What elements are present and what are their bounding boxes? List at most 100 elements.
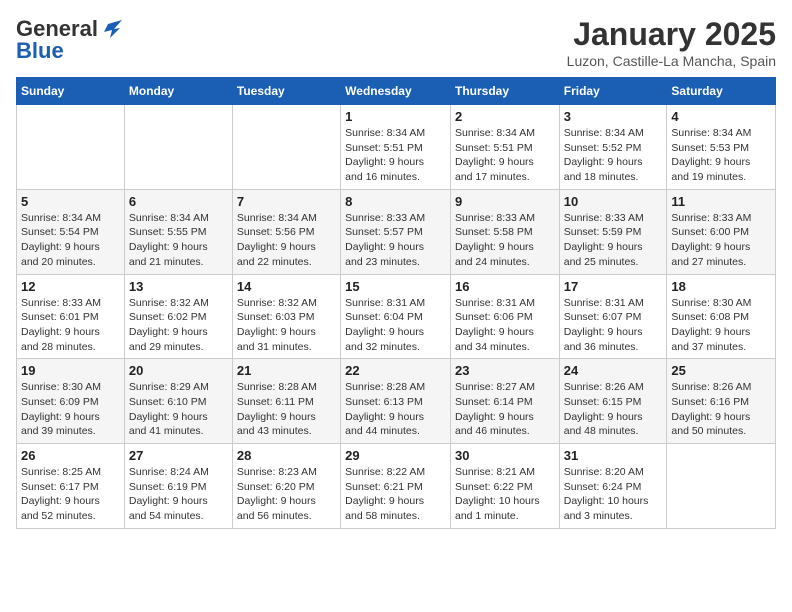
calendar-week-3: 12 Sunrise: 8:33 AM Sunset: 6:01 PM Dayli… — [17, 274, 776, 359]
calendar-cell: 10 Sunrise: 8:33 AM Sunset: 5:59 PM Dayli… — [559, 189, 667, 274]
day-info: Sunrise: 8:34 AM Sunset: 5:51 PM Dayligh… — [345, 126, 446, 185]
calendar-cell — [667, 444, 776, 529]
calendar-cell: 3 Sunrise: 8:34 AM Sunset: 5:52 PM Daylig… — [559, 105, 667, 190]
calendar-week-4: 19 Sunrise: 8:30 AM Sunset: 6:09 PM Dayli… — [17, 359, 776, 444]
day-info: Sunrise: 8:34 AM Sunset: 5:54 PM Dayligh… — [21, 211, 120, 270]
title-block: January 2025 Luzon, Castille-La Mancha, … — [567, 16, 776, 69]
calendar-cell: 21Sunrise: 8:28 AM Sunset: 6:11 PM Dayli… — [232, 359, 340, 444]
day-number: 19 — [21, 363, 120, 378]
calendar-cell — [124, 105, 232, 190]
day-number: 30 — [455, 448, 555, 463]
day-number: 12 — [21, 279, 120, 294]
calendar-cell: 7 Sunrise: 8:34 AM Sunset: 5:56 PM Daylig… — [232, 189, 340, 274]
day-info: Sunrise: 8:30 AM Sunset: 6:09 PM Dayligh… — [21, 380, 120, 439]
calendar-cell: 23Sunrise: 8:27 AM Sunset: 6:14 PM Dayli… — [450, 359, 559, 444]
day-number: 18 — [671, 279, 771, 294]
weekday-header-tuesday: Tuesday — [232, 78, 340, 105]
day-number: 4 — [671, 109, 771, 124]
weekday-header-sunday: Sunday — [17, 78, 125, 105]
calendar-cell: 13 Sunrise: 8:32 AM Sunset: 6:02 PM Dayli… — [124, 274, 232, 359]
day-number: 7 — [237, 194, 336, 209]
day-number: 14 — [237, 279, 336, 294]
calendar-cell — [17, 105, 125, 190]
day-info: Sunrise: 8:33 AM Sunset: 5:58 PM Dayligh… — [455, 211, 555, 270]
day-info: Sunrise: 8:23 AM Sunset: 6:20 PM Dayligh… — [237, 465, 336, 524]
calendar-cell: 27 Sunrise: 8:24 AM Sunset: 6:19 PM Dayli… — [124, 444, 232, 529]
day-info: Sunrise: 8:34 AM Sunset: 5:51 PM Dayligh… — [455, 126, 555, 185]
day-info: Sunrise: 8:29 AM Sunset: 6:10 PM Dayligh… — [129, 380, 228, 439]
day-info: Sunrise: 8:32 AM Sunset: 6:02 PM Dayligh… — [129, 296, 228, 355]
day-info: Sunrise: 8:22 AM Sunset: 6:21 PM Dayligh… — [345, 465, 446, 524]
day-number: 10 — [564, 194, 663, 209]
calendar-cell: 22 Sunrise: 8:28 AM Sunset: 6:13 PM Dayli… — [341, 359, 451, 444]
day-number: 11 — [671, 194, 771, 209]
page-header: General Blue January 2025 Luzon, Castill… — [16, 16, 776, 69]
day-number: 15 — [345, 279, 446, 294]
weekday-header-thursday: Thursday — [450, 78, 559, 105]
calendar-week-2: 5 Sunrise: 8:34 AM Sunset: 5:54 PM Daylig… — [17, 189, 776, 274]
calendar-table: SundayMondayTuesdayWednesdayThursdayFrid… — [16, 77, 776, 529]
calendar-week-1: 1 Sunrise: 8:34 AM Sunset: 5:51 PM Daylig… — [17, 105, 776, 190]
day-number: 25 — [671, 363, 771, 378]
location: Luzon, Castille-La Mancha, Spain — [567, 53, 776, 69]
day-info: Sunrise: 8:34 AM Sunset: 5:52 PM Dayligh… — [564, 126, 663, 185]
day-number: 1 — [345, 109, 446, 124]
calendar-cell: 9 Sunrise: 8:33 AM Sunset: 5:58 PM Daylig… — [450, 189, 559, 274]
calendar-cell — [232, 105, 340, 190]
calendar-cell: 2Sunrise: 8:34 AM Sunset: 5:51 PM Daylig… — [450, 105, 559, 190]
day-number: 16 — [455, 279, 555, 294]
calendar-cell: 26 Sunrise: 8:25 AM Sunset: 6:17 PM Dayli… — [17, 444, 125, 529]
calendar-cell: 20 Sunrise: 8:29 AM Sunset: 6:10 PM Dayli… — [124, 359, 232, 444]
weekday-header-monday: Monday — [124, 78, 232, 105]
calendar-cell: 16 Sunrise: 8:31 AM Sunset: 6:06 PM Dayli… — [450, 274, 559, 359]
logo-blue: Blue — [16, 38, 64, 64]
calendar-cell: 8Sunrise: 8:33 AM Sunset: 5:57 PM Daylig… — [341, 189, 451, 274]
day-info: Sunrise: 8:28 AM Sunset: 6:11 PM Dayligh… — [237, 380, 336, 439]
day-number: 22 — [345, 363, 446, 378]
day-number: 26 — [21, 448, 120, 463]
day-number: 31 — [564, 448, 663, 463]
day-number: 5 — [21, 194, 120, 209]
day-info: Sunrise: 8:33 AM Sunset: 5:59 PM Dayligh… — [564, 211, 663, 270]
calendar-cell: 28 Sunrise: 8:23 AM Sunset: 6:20 PM Dayli… — [232, 444, 340, 529]
weekday-header-saturday: Saturday — [667, 78, 776, 105]
day-info: Sunrise: 8:33 AM Sunset: 6:01 PM Dayligh… — [21, 296, 120, 355]
calendar-cell: 18 Sunrise: 8:30 AM Sunset: 6:08 PM Dayli… — [667, 274, 776, 359]
day-info: Sunrise: 8:34 AM Sunset: 5:56 PM Dayligh… — [237, 211, 336, 270]
day-info: Sunrise: 8:24 AM Sunset: 6:19 PM Dayligh… — [129, 465, 228, 524]
calendar-cell: 19 Sunrise: 8:30 AM Sunset: 6:09 PM Dayli… — [17, 359, 125, 444]
day-number: 20 — [129, 363, 228, 378]
logo: General Blue — [16, 16, 122, 64]
day-number: 3 — [564, 109, 663, 124]
day-number: 27 — [129, 448, 228, 463]
weekday-header-wednesday: Wednesday — [341, 78, 451, 105]
day-number: 8 — [345, 194, 446, 209]
day-info: Sunrise: 8:30 AM Sunset: 6:08 PM Dayligh… — [671, 296, 771, 355]
day-number: 24 — [564, 363, 663, 378]
day-info: Sunrise: 8:31 AM Sunset: 6:07 PM Dayligh… — [564, 296, 663, 355]
calendar-cell: 4Sunrise: 8:34 AM Sunset: 5:53 PM Daylig… — [667, 105, 776, 190]
weekday-header-friday: Friday — [559, 78, 667, 105]
day-number: 28 — [237, 448, 336, 463]
day-info: Sunrise: 8:27 AM Sunset: 6:14 PM Dayligh… — [455, 380, 555, 439]
day-number: 13 — [129, 279, 228, 294]
day-info: Sunrise: 8:31 AM Sunset: 6:06 PM Dayligh… — [455, 296, 555, 355]
day-info: Sunrise: 8:28 AM Sunset: 6:13 PM Dayligh… — [345, 380, 446, 439]
calendar-cell: 24Sunrise: 8:26 AM Sunset: 6:15 PM Dayli… — [559, 359, 667, 444]
day-info: Sunrise: 8:34 AM Sunset: 5:55 PM Dayligh… — [129, 211, 228, 270]
day-info: Sunrise: 8:32 AM Sunset: 6:03 PM Dayligh… — [237, 296, 336, 355]
logo-bird-icon — [100, 20, 122, 38]
day-info: Sunrise: 8:21 AM Sunset: 6:22 PM Dayligh… — [455, 465, 555, 524]
calendar-cell: 29 Sunrise: 8:22 AM Sunset: 6:21 PM Dayli… — [341, 444, 451, 529]
calendar-cell: 31 Sunrise: 8:20 AM Sunset: 6:24 PM Dayli… — [559, 444, 667, 529]
calendar-cell: 5 Sunrise: 8:34 AM Sunset: 5:54 PM Daylig… — [17, 189, 125, 274]
day-number: 9 — [455, 194, 555, 209]
day-number: 17 — [564, 279, 663, 294]
calendar-cell: 6 Sunrise: 8:34 AM Sunset: 5:55 PM Daylig… — [124, 189, 232, 274]
month-title: January 2025 — [567, 16, 776, 53]
day-info: Sunrise: 8:25 AM Sunset: 6:17 PM Dayligh… — [21, 465, 120, 524]
day-info: Sunrise: 8:20 AM Sunset: 6:24 PM Dayligh… — [564, 465, 663, 524]
calendar-cell: 15Sunrise: 8:31 AM Sunset: 6:04 PM Dayli… — [341, 274, 451, 359]
day-number: 29 — [345, 448, 446, 463]
day-number: 6 — [129, 194, 228, 209]
